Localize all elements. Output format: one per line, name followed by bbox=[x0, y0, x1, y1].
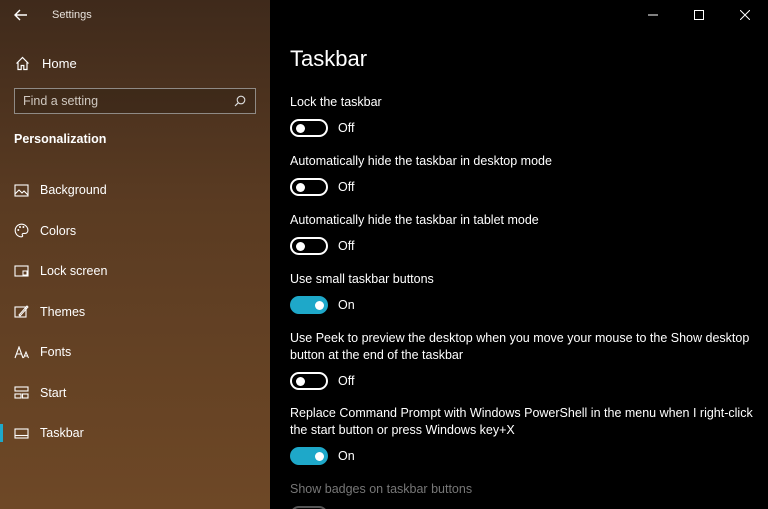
picture-icon bbox=[13, 182, 29, 198]
setting-small-buttons: Use small taskbar buttons On bbox=[290, 271, 760, 314]
small-buttons-toggle[interactable] bbox=[290, 296, 328, 314]
home-link[interactable]: Home bbox=[14, 52, 254, 74]
maximize-button[interactable] bbox=[676, 0, 722, 30]
sidebar-item-background[interactable]: Background bbox=[0, 170, 270, 211]
peek-toggle[interactable] bbox=[290, 372, 328, 390]
sidebar-item-lock-screen[interactable]: Lock screen bbox=[0, 251, 270, 292]
toggle-state-label: Off bbox=[338, 180, 355, 194]
page-title: Taskbar bbox=[290, 46, 368, 71]
close-button[interactable] bbox=[722, 0, 768, 30]
setting-lock-taskbar: Lock the taskbar Off bbox=[290, 94, 760, 137]
setting-peek: Use Peek to preview the desktop when you… bbox=[290, 330, 760, 390]
toggle-state-label: On bbox=[338, 298, 355, 312]
close-icon bbox=[740, 10, 750, 20]
sidebar-item-colors[interactable]: Colors bbox=[0, 211, 270, 252]
taskbar-icon bbox=[13, 425, 29, 441]
main-panel: Taskbar Lock the taskbar Off Automatical… bbox=[270, 0, 768, 509]
toggle-state-label: Off bbox=[338, 239, 355, 253]
sidebar: Settings Home Personalization Background… bbox=[0, 0, 270, 509]
search-input[interactable] bbox=[23, 94, 233, 108]
search-icon[interactable] bbox=[233, 94, 247, 108]
setting-badges: Show badges on taskbar buttons bbox=[290, 481, 760, 509]
window-controls bbox=[630, 0, 768, 30]
brush-icon bbox=[13, 304, 29, 320]
sidebar-item-taskbar[interactable]: Taskbar bbox=[0, 413, 270, 454]
sidebar-item-label: Lock screen bbox=[40, 264, 108, 279]
section-title: Personalization bbox=[14, 132, 107, 146]
toggle-state-label: On bbox=[338, 449, 355, 463]
title-bar: Settings bbox=[0, 0, 270, 30]
nav-list: Background Colors Lock screen Themes Fon… bbox=[0, 170, 270, 454]
lock-taskbar-toggle[interactable] bbox=[290, 119, 328, 137]
sidebar-item-themes[interactable]: Themes bbox=[0, 292, 270, 333]
start-icon bbox=[13, 385, 29, 401]
lock-screen-icon bbox=[13, 263, 29, 279]
setting-autohide-desktop: Automatically hide the taskbar in deskto… bbox=[290, 153, 760, 196]
font-icon bbox=[13, 344, 29, 360]
sidebar-item-label: Fonts bbox=[40, 345, 72, 360]
toggle-state-label: Off bbox=[338, 374, 355, 388]
back-arrow-icon bbox=[14, 9, 27, 21]
autohide-desktop-toggle[interactable] bbox=[290, 178, 328, 196]
sidebar-item-label: Themes bbox=[40, 304, 86, 319]
setting-autohide-tablet: Automatically hide the taskbar in tablet… bbox=[290, 212, 760, 255]
sidebar-item-label: Background bbox=[40, 183, 107, 198]
setting-description: Automatically hide the taskbar in tablet… bbox=[290, 213, 539, 227]
setting-powershell: Replace Command Prompt with Windows Powe… bbox=[290, 405, 760, 465]
setting-description: Show badges on taskbar buttons bbox=[290, 482, 473, 496]
powershell-toggle[interactable] bbox=[290, 447, 328, 465]
setting-description: Replace Command Prompt with Windows Powe… bbox=[290, 406, 753, 437]
sidebar-item-label: Colors bbox=[40, 223, 77, 238]
maximize-icon bbox=[694, 10, 704, 20]
sidebar-item-fonts[interactable]: Fonts bbox=[0, 332, 270, 373]
setting-description: Automatically hide the taskbar in deskto… bbox=[290, 154, 552, 168]
sidebar-item-label: Start bbox=[40, 385, 67, 400]
toggle-state-label: Off bbox=[338, 121, 355, 135]
minimize-button[interactable] bbox=[630, 0, 676, 30]
setting-description: Use Peek to preview the desktop when you… bbox=[290, 331, 750, 362]
sidebar-item-start[interactable]: Start bbox=[0, 373, 270, 414]
setting-description: Lock the taskbar bbox=[290, 95, 382, 109]
home-icon bbox=[14, 55, 30, 71]
sidebar-item-label: Taskbar bbox=[40, 426, 84, 441]
app-title: Settings bbox=[52, 9, 92, 21]
search-box[interactable] bbox=[14, 88, 256, 114]
back-button[interactable] bbox=[12, 6, 30, 24]
palette-icon bbox=[13, 223, 29, 239]
home-label: Home bbox=[42, 55, 77, 71]
setting-description: Use small taskbar buttons bbox=[290, 272, 434, 286]
autohide-tablet-toggle[interactable] bbox=[290, 237, 328, 255]
minimize-icon bbox=[648, 14, 658, 16]
